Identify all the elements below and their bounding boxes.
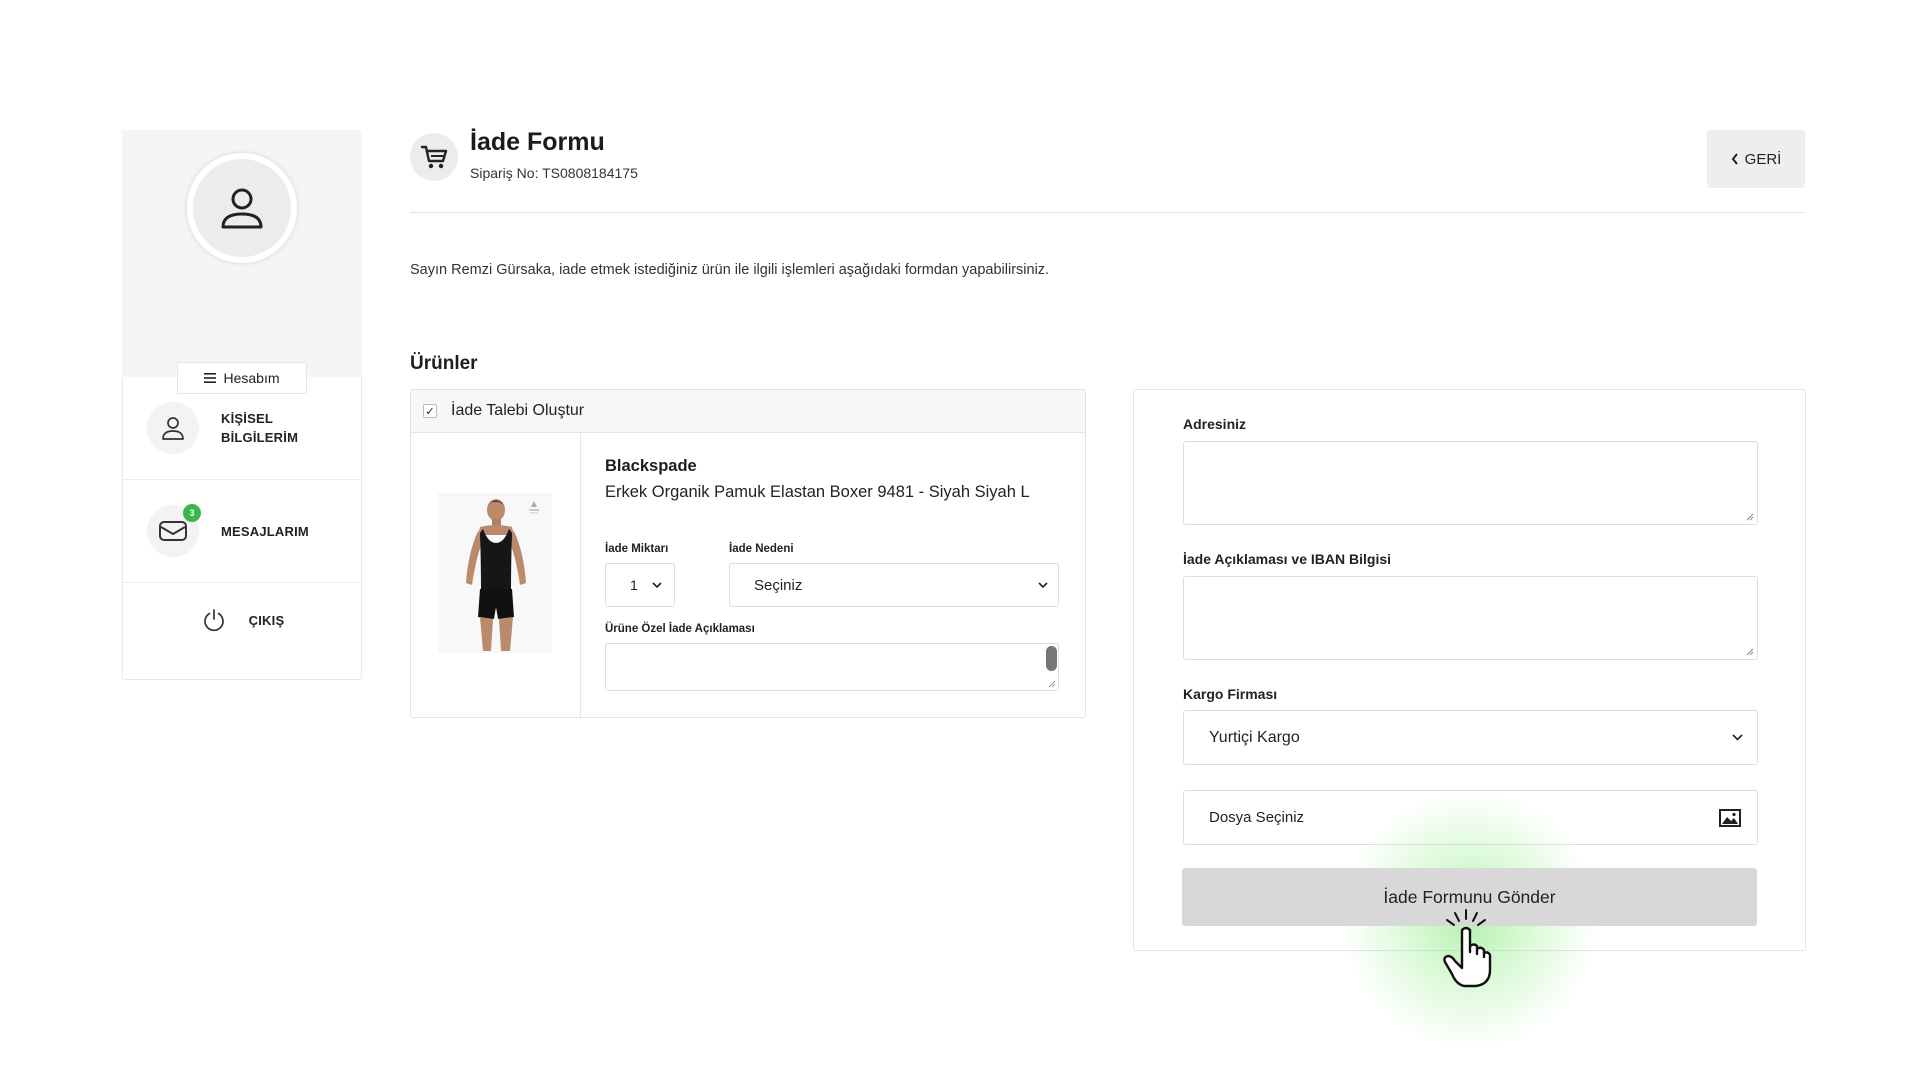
address-label: Adresiniz xyxy=(1183,416,1247,432)
sidebar-item-messages[interactable]: 3 MESAJLARIM xyxy=(123,495,363,567)
account-menu-toggle[interactable]: Hesabım xyxy=(177,362,307,394)
sidebar-item-personal-info[interactable]: KİŞİSEL BİLGİLERİM xyxy=(123,392,363,464)
menu-divider xyxy=(123,479,363,480)
intro-text: Sayın Remzi Gürsaka, iade etmek istediği… xyxy=(410,262,1050,278)
product-card-header: ✓ İade Talebi Oluştur xyxy=(411,390,1085,433)
sidebar-item-messages-label: MESAJLARIM xyxy=(221,523,309,539)
header-divider xyxy=(410,212,1805,213)
product-photo-model xyxy=(438,493,552,653)
order-number: Sipariş No: TS0808184175 xyxy=(470,165,638,181)
return-reason-value: Seçiniz xyxy=(754,576,803,594)
resize-handle-icon[interactable] xyxy=(1048,680,1056,688)
unread-count-badge: 3 xyxy=(183,504,201,522)
label-line-2: BİLGİLERİM xyxy=(221,430,299,445)
product-note-label: Ürüne Özel İade Açıklaması xyxy=(605,623,755,635)
chevron-down-icon xyxy=(652,581,662,588)
sidebar-item-logout[interactable]: ÇIKIŞ xyxy=(123,583,363,657)
sidebar-item-logout-label: ÇIKIŞ xyxy=(248,612,285,628)
cargo-company-select[interactable]: Yurtiçi Kargo xyxy=(1183,710,1758,765)
menu-icon-wrapper: 3 xyxy=(147,504,201,557)
iban-label: İade Açıklaması ve IBAN Bilgisi xyxy=(1183,551,1392,567)
avatar-inner xyxy=(193,159,291,257)
back-button-label: GERİ xyxy=(1744,150,1782,168)
label-line-1: KİŞİSEL xyxy=(221,411,273,426)
sidebar-profile-header xyxy=(122,130,362,377)
create-return-label: İade Talebi Oluştur xyxy=(451,402,585,419)
menu-icon-wrapper xyxy=(147,402,199,454)
chevron-down-icon xyxy=(1732,734,1743,741)
product-name: Erkek Organik Pamuk Elastan Boxer 9481 -… xyxy=(605,483,1030,501)
user-avatar-icon xyxy=(221,188,263,229)
hamburger-icon xyxy=(204,373,217,383)
return-reason-select[interactable]: Seçiniz xyxy=(729,563,1059,607)
back-button[interactable]: GERİ xyxy=(1707,130,1805,188)
chevron-left-icon xyxy=(1731,153,1738,165)
product-note-textarea[interactable] xyxy=(605,643,1059,691)
cargo-company-label: Kargo Firması xyxy=(1183,686,1278,702)
shopping-cart-icon xyxy=(420,145,448,169)
product-image xyxy=(438,493,552,653)
iban-textarea[interactable] xyxy=(1183,576,1758,660)
account-sidebar: Hesabım KİŞİSEL BİLGİLERİM 3 MESAJLARIM … xyxy=(122,130,363,680)
page-title: İade Formu xyxy=(470,128,605,156)
cart-icon-badge xyxy=(410,133,458,181)
return-quantity-label: İade Miktarı xyxy=(605,543,669,555)
resize-handle-icon[interactable] xyxy=(1746,648,1754,656)
account-menu-label: Hesabım xyxy=(223,370,280,386)
product-image-column xyxy=(411,433,581,717)
sidebar-menu: KİŞİSEL BİLGİLERİM 3 MESAJLARIM ÇIKIŞ xyxy=(122,377,363,680)
products-section-title: Ürünler xyxy=(410,353,478,374)
mail-icon xyxy=(159,521,187,541)
resize-handle-icon[interactable] xyxy=(1746,513,1754,521)
file-upload-label: Dosya Seçiniz xyxy=(1209,809,1305,826)
address-textarea[interactable] xyxy=(1183,441,1758,525)
product-brand: Blackspade xyxy=(605,457,697,475)
return-reason-label: İade Nedeni xyxy=(729,543,794,555)
hand-pointer-cursor-icon xyxy=(1443,909,1492,988)
sidebar-item-personal-info-label: KİŞİSEL BİLGİLERİM xyxy=(221,409,298,447)
create-return-checkbox[interactable]: ✓ xyxy=(423,404,437,418)
avatar xyxy=(187,153,297,263)
product-card: ✓ İade Talebi Oluştur Blackspade Erkek O… xyxy=(410,389,1086,718)
image-icon xyxy=(1719,808,1741,827)
chevron-down-icon xyxy=(1038,581,1048,588)
return-quantity-value: 1 xyxy=(630,577,638,593)
user-icon xyxy=(162,417,184,440)
textarea-scrollbar[interactable] xyxy=(1046,646,1057,671)
power-icon xyxy=(203,609,224,632)
return-quantity-select[interactable]: 1 xyxy=(605,563,675,607)
cargo-company-value: Yurtiçi Kargo xyxy=(1209,728,1300,746)
